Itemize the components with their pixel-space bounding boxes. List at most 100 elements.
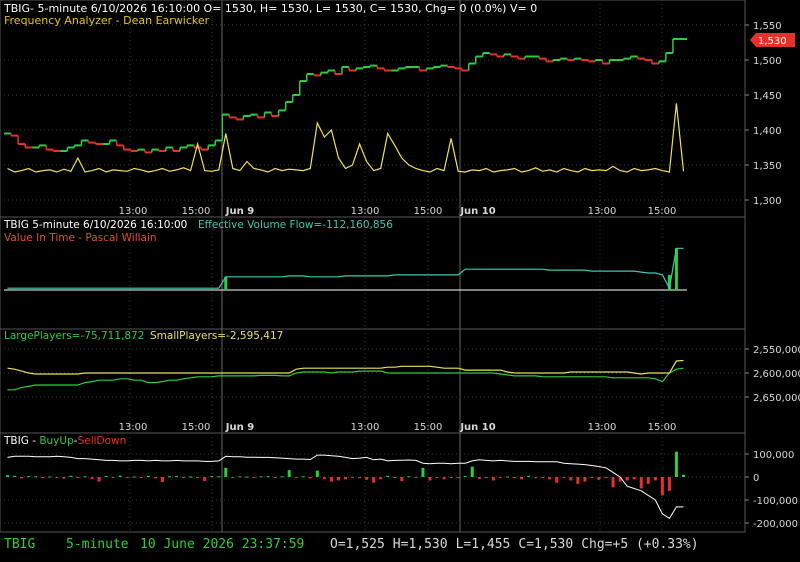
buyup-bar-72 [512, 477, 516, 479]
players-panel-time-label-4: 15:00 [414, 422, 443, 433]
footer-interval: 5-minute [66, 537, 129, 552]
buyup-bar-64 [456, 477, 460, 478]
buyup-bar-6 [48, 476, 52, 478]
buyup-bar-93 [660, 477, 664, 496]
buyup-bar-39 [280, 476, 284, 478]
evf-value-label: Effective Volume Flow=-112,160,856 [198, 219, 393, 231]
buyup-bar-50 [358, 477, 362, 479]
buyup-bar-18 [132, 476, 136, 478]
buyup-bar-83 [590, 477, 594, 478]
buyup-bar-28 [203, 477, 207, 482]
players-panel-time-label-3: 13:00 [351, 422, 380, 433]
buyup-bar-49 [351, 477, 355, 478]
buyup-bar-43 [308, 477, 312, 479]
buyup-bar-94 [667, 477, 671, 491]
buyup-bar-62 [442, 477, 446, 480]
price-panel-time-label-7: 15:00 [648, 206, 677, 217]
large-players-label: LargePlayers=-75,711,872 [4, 330, 144, 342]
buyup-bar-16 [118, 475, 122, 477]
buyup-bar-54 [386, 475, 390, 477]
evf-panel-header: TBIG 5-minute 6/10/2026 16:10:00 [3, 219, 187, 231]
price-panel-ytick-label-4: 1,350 [753, 161, 782, 172]
price-panel-time-label-2: Jun 9 [225, 206, 254, 217]
buyup-selldown-panel-ytick-label-3: -200,000 [753, 519, 798, 530]
footer-open: O=1,525 [330, 537, 385, 552]
buyup-bar-51 [365, 477, 369, 480]
buyup-bar-59 [421, 467, 425, 477]
buyup-bar-35 [252, 477, 256, 478]
price-panel-time-label-5: Jun 10 [459, 206, 495, 217]
price-panel-ytick-label-5: 1,300 [753, 196, 782, 207]
buyup-bar-91 [646, 477, 650, 484]
players-panel-time-label-6: 13:00 [588, 422, 617, 433]
players-panel-time-label-0: 13:00 [119, 422, 148, 433]
buyup-bar-32 [231, 477, 235, 478]
buyup-bar-90 [639, 477, 643, 489]
buyup-bar-48 [344, 477, 347, 480]
buyup-bar-67 [477, 477, 481, 479]
buyup-bar-82 [583, 477, 587, 482]
buyup-bar-63 [449, 477, 453, 479]
buyup-bar-60 [428, 477, 432, 481]
buyup-bar-75 [534, 477, 538, 479]
buyup-bar-84 [597, 477, 601, 480]
buyup-bar-37 [266, 476, 270, 478]
buyup-bar-88 [625, 477, 629, 481]
buyup-bar-0 [6, 475, 10, 477]
buyup-bar-80 [569, 477, 573, 481]
players-panel-ytick-label-0: 2,550,000 [753, 345, 800, 356]
buyup-bar-85 [604, 477, 608, 479]
price-panel-time-label-6: 13:00 [588, 206, 617, 217]
buyup-bar-20 [146, 475, 150, 477]
players-panel-ytick-label-1: 2,600,000 [753, 369, 800, 380]
chart-background [0, 0, 800, 562]
players-panel-time-label-1: 15:00 [182, 422, 211, 433]
buyup-bar-11 [83, 476, 87, 478]
buyup-bar-24 [175, 476, 179, 478]
price-panel-ytick-label-3: 1,400 [753, 126, 782, 137]
buyup-bar-53 [379, 477, 383, 480]
buyup-bar-71 [505, 476, 509, 478]
players-panel-time-label-2: Jun 9 [225, 422, 254, 433]
price-panel-ytick-label-2: 1,450 [753, 91, 782, 102]
buyup-bar-12 [90, 477, 94, 479]
chart-stage: 1,550 1,500 1,450 1,400 1,350 1,300 13:00 15:00… [0, 0, 800, 562]
footer-low: L=1,455 [455, 537, 511, 552]
buyup-bar-33 [238, 476, 242, 478]
small-players-label: SmallPlayers=-2,595,417 [150, 330, 283, 342]
buyup-bar-66 [470, 466, 474, 477]
buyup-bar-78 [555, 477, 559, 483]
buyup-bar-34 [245, 476, 249, 478]
buyup-bar-5 [41, 477, 45, 479]
buyup-bar-42 [301, 476, 305, 478]
footer-datetime: 10 June 2026 23:37:59 [140, 537, 305, 552]
buyup-bar-22 [160, 477, 164, 483]
buyup-bar-14 [104, 476, 108, 478]
footer-change: Chg=+5 (+0.33%) [581, 537, 699, 552]
buyup-bar-23 [167, 476, 171, 478]
buyup-bar-9 [69, 475, 73, 477]
last-price-badge-text: 1,530 [758, 36, 787, 47]
buyup-bar-68 [484, 477, 488, 479]
last-price-badge: 1,530 [750, 33, 795, 47]
buyup-bar-57 [407, 476, 411, 478]
buyup-bar-65 [463, 476, 467, 478]
buyup-bar-46 [329, 477, 333, 482]
buyup-selldown-panel-ytick-label-1: 0 [753, 473, 759, 484]
buyup-bar-96 [681, 474, 685, 477]
price-panel-ytick-label-1: 1,500 [753, 56, 782, 67]
buyup-bar-8 [62, 477, 66, 479]
buyup-bar-61 [435, 477, 439, 478]
price-panel-ytick-label-0: 1,550 [753, 21, 782, 32]
buyup-bar-29 [210, 476, 214, 478]
buyup-bar-30 [217, 476, 221, 478]
buyup-bar-10 [76, 477, 80, 478]
buyup-bar-21 [153, 477, 157, 479]
buyup-title-prefix: TBIG - [3, 435, 39, 447]
buyup-bar-31 [224, 467, 228, 477]
buyup-bar-74 [527, 475, 531, 477]
frequency-analyzer-label: Frequency Analyzer - Dean Earwicker [4, 14, 210, 27]
buyup-selldown-title: TBIG - BuyUp-SellDown [3, 435, 126, 447]
price-panel-time-label-1: 15:00 [182, 206, 211, 217]
buyup-bar-38 [273, 477, 277, 478]
